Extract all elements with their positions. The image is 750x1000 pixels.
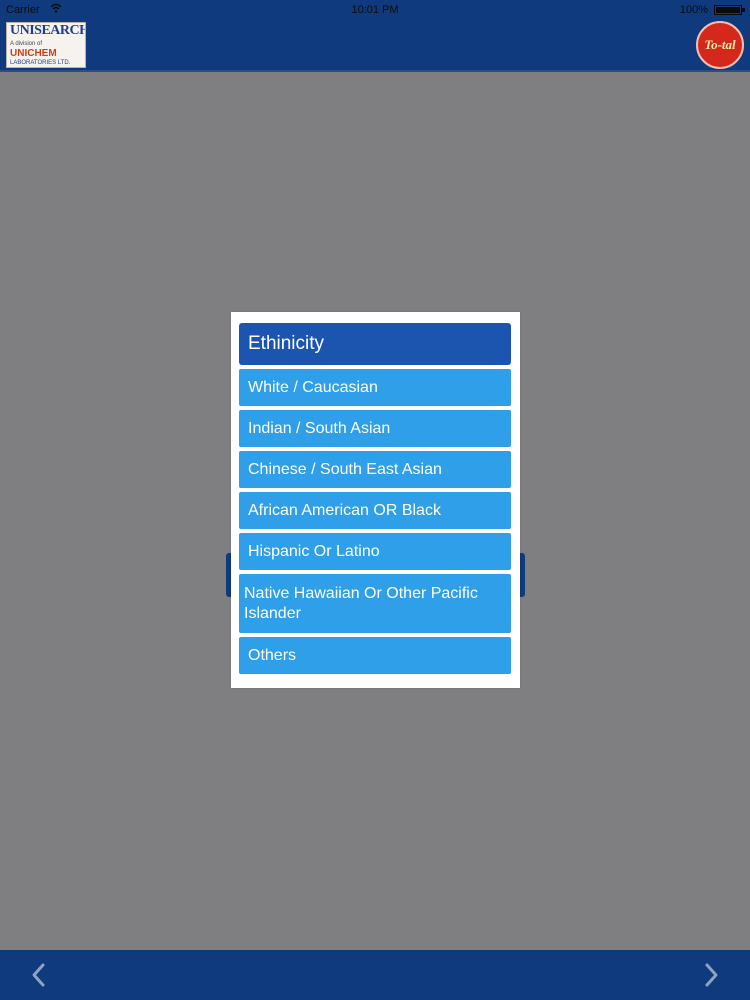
option-african-american-black[interactable]: African American OR Black (239, 492, 511, 529)
option-indian-south-asian[interactable]: Indian / South Asian (239, 410, 511, 447)
modal-title: Ethinicity (239, 323, 511, 365)
total-logo[interactable]: To-tal (696, 21, 744, 69)
logo-line-1: UNISEARCH (10, 23, 86, 38)
option-chinese-south-east-asian[interactable]: Chinese / South East Asian (239, 451, 511, 488)
option-others[interactable]: Others (239, 637, 511, 674)
status-time: 10:01 PM (351, 4, 399, 16)
battery-icon (714, 5, 745, 15)
logo-line-2: A division of (10, 41, 43, 47)
option-native-hawaiian-pacific-islander[interactable]: Native Hawaiian Or Other Pacific Islande… (239, 574, 511, 633)
battery-fill (716, 7, 740, 13)
chevron-left-icon[interactable] (26, 962, 52, 988)
option-white-caucasian[interactable]: White / Caucasian (239, 369, 511, 406)
footer-bar (0, 950, 750, 1000)
unisearch-logo[interactable]: UNISEARCH A division of UNICHEM LABORATO… (6, 22, 86, 68)
logo-line-4: LABORATORIES LTD. (10, 60, 71, 66)
option-hispanic-latino[interactable]: Hispanic Or Latino (239, 533, 511, 570)
total-logo-text: To-tal (704, 37, 736, 52)
header-bar: Carrier 10:01 PM 100% UNISEARCH A divisi… (0, 0, 750, 72)
status-bar: Carrier 10:01 PM 100% (0, 0, 750, 20)
logo-line-3: UNICHEM (10, 48, 57, 59)
chevron-right-icon[interactable] (698, 962, 724, 988)
battery-percent: 100% (679, 4, 708, 16)
ethnicity-picker-modal: Ethinicity White / Caucasian Indian / So… (231, 312, 520, 688)
